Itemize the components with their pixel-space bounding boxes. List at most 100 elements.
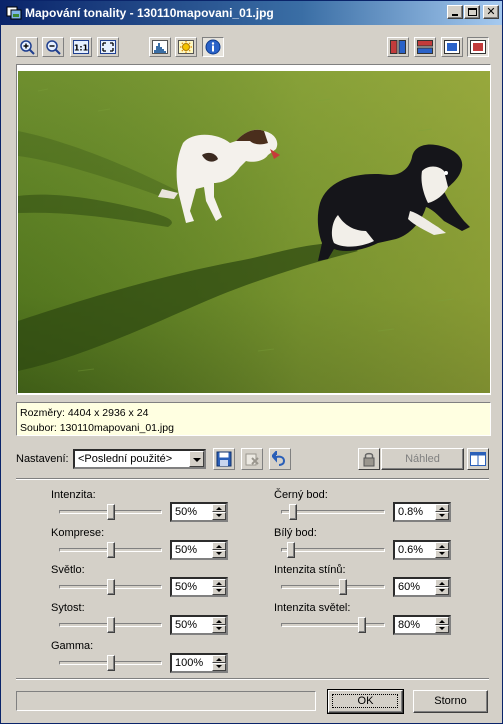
layout-button[interactable] — [467, 448, 489, 470]
increment-icon[interactable] — [435, 542, 449, 550]
black-point-slider-thumb[interactable] — [288, 504, 297, 520]
split-horizontal-icon — [417, 40, 433, 54]
info-button[interactable] — [202, 37, 224, 57]
increment-icon[interactable] — [212, 542, 226, 550]
increment-icon[interactable] — [212, 579, 226, 587]
light-value[interactable]: 50% — [175, 581, 197, 593]
increment-icon[interactable] — [435, 579, 449, 587]
increment-icon[interactable] — [212, 655, 226, 663]
fit-window-button[interactable] — [97, 37, 119, 57]
single-view-button[interactable] — [441, 37, 463, 57]
white-point-spinbox[interactable]: 0.6% — [393, 540, 451, 560]
cancel-label: Storno — [434, 695, 467, 707]
intensity-value[interactable]: 50% — [175, 506, 197, 518]
decrement-icon[interactable] — [435, 625, 449, 633]
ok-button[interactable]: OK — [327, 689, 404, 714]
split-vertical-icon — [390, 40, 406, 54]
undo-icon — [272, 451, 286, 466]
light-label: Světlo: — [51, 564, 85, 576]
increment-icon[interactable] — [435, 504, 449, 512]
highlight-intensity-spinbox[interactable]: 80% — [393, 615, 451, 635]
save-preset-button[interactable] — [213, 448, 235, 470]
compression-value[interactable]: 50% — [175, 544, 197, 556]
highlight-intensity-slider-track[interactable] — [281, 623, 385, 627]
divider — [16, 678, 489, 680]
save-icon — [216, 451, 232, 467]
compression-slider-thumb[interactable] — [106, 542, 115, 558]
highlight-intensity-slider-thumb[interactable] — [357, 617, 366, 633]
window-title: Mapování tonality - 130110mapovani_01.jp… — [25, 6, 274, 20]
preview-button[interactable]: Náhled — [381, 448, 464, 470]
compression-label: Komprese: — [51, 527, 105, 539]
shadow-intensity-slider-track[interactable] — [281, 585, 385, 589]
black-point-spinbox[interactable]: 0.8% — [393, 502, 451, 522]
preview-photo — [18, 71, 490, 393]
close-button[interactable]: ✕ — [483, 5, 499, 19]
decrement-icon[interactable] — [435, 512, 449, 520]
delete-preset-button[interactable] — [241, 448, 263, 470]
split-horizontal-button[interactable] — [414, 37, 436, 57]
title-bar[interactable]: Mapování tonality - 130110mapovani_01.jp… — [1, 1, 502, 25]
minimize-icon — [452, 14, 458, 16]
reset-button[interactable] — [269, 448, 291, 470]
app-icon — [6, 6, 22, 20]
split-vertical-button[interactable] — [387, 37, 409, 57]
gamma-value[interactable]: 100% — [175, 657, 203, 669]
increment-icon[interactable] — [212, 504, 226, 512]
black-point-label: Černý bod: — [274, 489, 328, 501]
light-spinbox[interactable]: 50% — [170, 577, 228, 597]
decrement-icon[interactable] — [435, 587, 449, 595]
white-point-slider-thumb[interactable] — [286, 542, 295, 558]
shadow-intensity-value[interactable]: 60% — [398, 581, 420, 593]
highlight-button[interactable] — [175, 37, 197, 57]
increment-icon[interactable] — [435, 617, 449, 625]
info-icon — [205, 39, 221, 55]
white-point-value[interactable]: 0.6% — [398, 544, 423, 556]
saturation-slider-thumb[interactable] — [106, 617, 115, 633]
shadow-intensity-spinbox[interactable]: 60% — [393, 577, 451, 597]
highlight-icon — [178, 40, 194, 54]
focus-indicator — [332, 694, 398, 708]
gamma-slider-thumb[interactable] — [106, 655, 115, 671]
decrement-icon[interactable] — [212, 625, 226, 633]
highlight-intensity-label: Intenzita světel: — [274, 602, 351, 614]
actual-size-icon: 1:1 — [73, 40, 89, 54]
decrement-icon[interactable] — [435, 550, 449, 558]
minimize-button[interactable] — [447, 5, 463, 19]
fit-window-icon — [100, 40, 116, 54]
decrement-icon[interactable] — [212, 587, 226, 595]
cancel-button[interactable]: Storno — [413, 690, 488, 713]
saturation-label: Sytost: — [51, 602, 85, 614]
lock-icon — [363, 452, 375, 467]
intensity-spinbox[interactable]: 50% — [170, 502, 228, 522]
zoom-out-button[interactable] — [42, 37, 64, 57]
chevron-down-icon[interactable] — [189, 451, 204, 467]
compression-spinbox[interactable]: 50% — [170, 540, 228, 560]
histogram-button[interactable] — [149, 37, 171, 57]
actual-size-button[interactable]: 1:1 — [70, 37, 92, 57]
lock-button[interactable] — [358, 448, 380, 470]
shadow-intensity-slider-thumb[interactable] — [338, 579, 347, 595]
saturation-value[interactable]: 50% — [175, 619, 197, 631]
preset-dropdown[interactable]: <Poslední použité> — [73, 449, 206, 469]
light-slider-thumb[interactable] — [106, 579, 115, 595]
black-point-value[interactable]: 0.8% — [398, 506, 423, 518]
white-point-slider-track[interactable] — [281, 548, 385, 552]
maximize-button[interactable] — [464, 5, 480, 19]
gamma-spinbox[interactable]: 100% — [170, 653, 228, 673]
saturation-spinbox[interactable]: 50% — [170, 615, 228, 635]
image-file-name: Soubor: 130110mapovani_01.jpg — [20, 422, 174, 434]
single-view-icon — [444, 40, 460, 54]
white-point-label: Bílý bod: — [274, 527, 317, 539]
decrement-icon[interactable] — [212, 512, 226, 520]
increment-icon[interactable] — [212, 617, 226, 625]
clipping-warning-button[interactable] — [467, 37, 489, 57]
preset-value: <Poslední použité> — [78, 453, 173, 465]
decrement-icon[interactable] — [212, 550, 226, 558]
image-preview[interactable] — [16, 64, 491, 395]
highlight-intensity-value[interactable]: 80% — [398, 619, 420, 631]
zoom-out-icon — [46, 40, 61, 55]
zoom-in-button[interactable] — [16, 37, 38, 57]
intensity-slider-thumb[interactable] — [106, 504, 115, 520]
decrement-icon[interactable] — [212, 663, 226, 671]
